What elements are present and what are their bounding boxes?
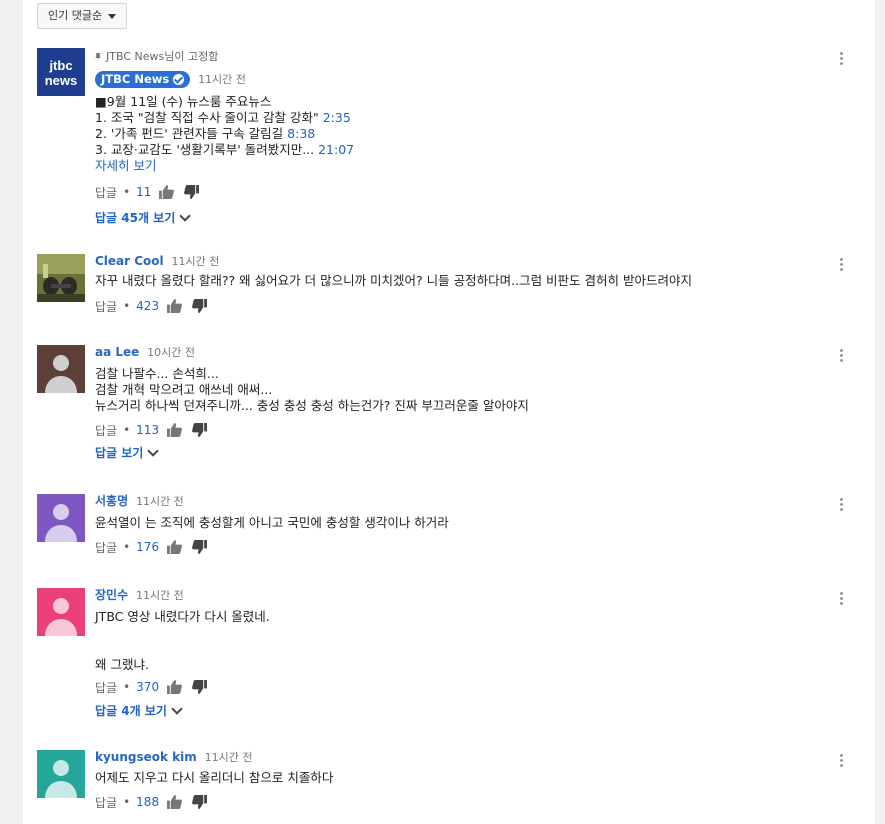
- author-name[interactable]: 서홍명: [95, 494, 128, 508]
- avatar[interactable]: [37, 750, 85, 798]
- avatar[interactable]: jtbc news: [37, 48, 85, 96]
- reply-button[interactable]: 답글: [95, 298, 117, 315]
- chevron-down-icon: [179, 210, 191, 222]
- read-more-link[interactable]: 자세히 보기: [95, 158, 857, 174]
- reply-button[interactable]: 답글: [95, 539, 117, 556]
- view-replies-button[interactable]: 답글 보기: [95, 445, 857, 461]
- like-count: 370: [136, 680, 160, 694]
- thumbs-up-icon[interactable]: [167, 795, 183, 809]
- timestamp-link[interactable]: 2:35: [323, 110, 351, 125]
- sort-label: 인기 댓글순: [48, 9, 103, 22]
- avatar[interactable]: [37, 588, 85, 636]
- thumbs-down-icon[interactable]: [192, 423, 208, 437]
- reply-button[interactable]: 답글: [95, 184, 117, 201]
- more-options-icon[interactable]: [840, 258, 844, 273]
- verified-icon: [173, 74, 185, 85]
- comment-text: JTBC 영상 내렸다가 다시 올렸네. 왜 그랬냐.: [95, 609, 270, 672]
- reply-button[interactable]: 답글: [95, 422, 117, 439]
- comment-time[interactable]: 11시간 전: [136, 589, 184, 602]
- more-options-icon[interactable]: [840, 592, 844, 607]
- separator-dot: •: [123, 185, 131, 199]
- thumbs-up-icon[interactable]: [167, 299, 183, 313]
- thumbs-up-icon[interactable]: [167, 423, 183, 437]
- thumbs-down-icon[interactable]: [192, 680, 208, 694]
- separator-dot: •: [123, 680, 131, 694]
- comment-text: 어제도 지우고 다시 올리더니 참으로 치졸하다: [95, 770, 334, 785]
- separator-dot: •: [123, 299, 131, 313]
- reply-button[interactable]: 답글: [95, 794, 117, 811]
- timestamp-link[interactable]: 21:07: [318, 142, 354, 157]
- default-avatar-icon: [37, 494, 85, 542]
- like-count: 176: [136, 540, 160, 554]
- author-name[interactable]: aa Lee: [95, 345, 139, 359]
- comment-text: ■9월 11일 (수) 뉴스룸 주요뉴스 1. 조국 "검찰 직접 수사 줄이고…: [95, 94, 857, 174]
- like-count: 11: [136, 185, 152, 199]
- svg-text:news: news: [45, 73, 78, 88]
- author-name[interactable]: kyungseok kim: [95, 750, 197, 764]
- like-count: 113: [136, 423, 160, 437]
- view-replies-button[interactable]: 답글 45개 보기: [95, 210, 857, 226]
- like-count: 423: [136, 299, 160, 313]
- thumbs-up-icon[interactable]: [159, 185, 175, 199]
- default-avatar-icon: [37, 588, 85, 636]
- more-options-icon[interactable]: [840, 754, 844, 769]
- dumbbell-photo-icon: [37, 254, 85, 302]
- comment-time[interactable]: 11시간 전: [172, 255, 220, 268]
- default-avatar-icon: [37, 750, 85, 798]
- more-options-icon[interactable]: [840, 498, 844, 513]
- caret-down-icon: [108, 13, 117, 19]
- comment-time[interactable]: 11시간 전: [205, 751, 253, 764]
- separator-dot: •: [123, 423, 131, 437]
- like-count: 188: [136, 795, 160, 809]
- sort-dropdown[interactable]: 인기 댓글순: [37, 3, 128, 29]
- default-avatar-icon: [37, 345, 85, 393]
- thumbs-down-icon[interactable]: [192, 299, 208, 313]
- author-name[interactable]: 장민수: [95, 588, 128, 602]
- more-options-icon[interactable]: [840, 52, 844, 67]
- thumbs-down-icon[interactable]: [192, 795, 208, 809]
- thumbs-up-icon[interactable]: [167, 680, 183, 694]
- comment-text: 자꾸 내렸다 올렸다 할래?? 왜 싫어요가 더 많으니까 미치겠어? 니들 공…: [95, 273, 693, 288]
- chevron-down-icon: [147, 445, 160, 457]
- comment-text: 검찰 나팔수... 손석희... 검찰 개혁 막으려고 애쓰네 애써... 뉴스…: [95, 366, 529, 413]
- author-name[interactable]: Clear Cool: [95, 254, 164, 268]
- comment-time[interactable]: 10시간 전: [147, 346, 195, 359]
- pin-icon: [95, 53, 101, 61]
- separator-dot: •: [123, 795, 131, 809]
- channel-badge[interactable]: JTBC News: [95, 71, 191, 88]
- thumbs-down-icon[interactable]: [184, 185, 200, 199]
- reply-button[interactable]: 답글: [95, 679, 117, 696]
- thumbs-up-icon[interactable]: [167, 540, 183, 554]
- view-replies-button[interactable]: 답글 4개 보기: [95, 703, 857, 719]
- separator-dot: •: [123, 540, 131, 554]
- svg-text:jtbc: jtbc: [48, 58, 72, 73]
- comment-time[interactable]: 11시간 전: [136, 495, 184, 508]
- chevron-down-icon: [171, 703, 183, 715]
- avatar[interactable]: [37, 345, 85, 393]
- timestamp-link[interactable]: 8:38: [287, 126, 315, 141]
- more-options-icon[interactable]: [840, 349, 844, 364]
- comment-text: 윤석열이 는 조직에 충성할게 아니고 국민에 충성할 생각이나 하거라: [95, 515, 449, 530]
- avatar[interactable]: [37, 254, 85, 302]
- comment-time[interactable]: 11시간 전: [198, 73, 246, 86]
- avatar[interactable]: [37, 494, 85, 542]
- thumbs-down-icon[interactable]: [192, 540, 208, 554]
- jtbc-logo-icon: jtbc news: [37, 48, 85, 96]
- pinned-label: JTBC News님이 고정함: [95, 50, 857, 64]
